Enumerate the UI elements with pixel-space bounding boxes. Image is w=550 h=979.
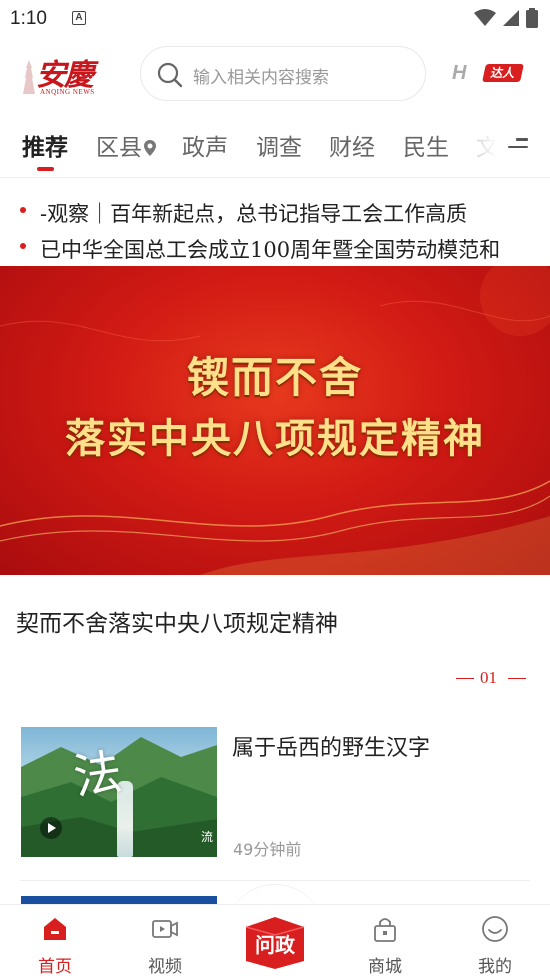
featured-title[interactable]: 契而不舍落实中央八项规定精神: [16, 604, 338, 638]
badge-letters: H: [452, 62, 467, 84]
tab-survey[interactable]: 调查: [256, 128, 302, 162]
play-icon[interactable]: [40, 817, 62, 839]
battery-icon: [526, 8, 538, 28]
carousel-pager: 01: [456, 668, 528, 690]
logo-subtext: ANQING NEWS: [40, 88, 95, 96]
bullet-dot: [20, 243, 26, 249]
featured-banner[interactable]: 锲而不舍 落实中央八项规定精神: [0, 266, 550, 575]
tab-menu-icon[interactable]: [508, 138, 528, 154]
status-icons: [474, 8, 538, 28]
nav-wenzheng[interactable]: 问政: [240, 913, 310, 971]
category-tabs: 推荐 区县 政声 调查 财经 民生 文: [0, 122, 550, 178]
pager-line-right: [508, 678, 526, 679]
nav-shop[interactable]: 商城: [345, 905, 425, 979]
banner-headline-2: 落实中央八项规定精神: [65, 416, 485, 462]
nav-video[interactable]: 视频: [125, 905, 205, 979]
nav-profile[interactable]: 我的: [455, 905, 535, 979]
nav-home[interactable]: 首页: [15, 905, 95, 979]
banner-headline-1: 锲而不舍: [186, 353, 363, 402]
anqing-logo[interactable]: 安慶 ANQING NEWS: [20, 50, 110, 100]
bullet-dot: [20, 207, 26, 213]
wifi-icon: [474, 9, 496, 26]
thumbnail-character: 法: [70, 743, 126, 807]
divider: [20, 880, 530, 881]
search-placeholder: 输入相关内容搜索: [193, 68, 329, 88]
article-card[interactable]: 法 流 属于岳西的野生汉字 49分钟前: [0, 724, 550, 864]
ticker-text: -观察｜百年新起点，总书记指导工会工作高质: [40, 202, 468, 226]
tab-fade: [470, 122, 510, 170]
ticker-text: 已中华全国总工会成立100周年暨全国劳动模范和: [40, 238, 501, 262]
nav-shop-label: 商城: [368, 957, 402, 977]
hp-daren-badge[interactable]: H 达人: [450, 62, 530, 86]
profile-icon: [482, 916, 508, 942]
article-title: 属于岳西的野生汉字: [232, 736, 431, 761]
tab-county[interactable]: 区县: [96, 128, 156, 162]
badge-tag: 达人: [482, 64, 524, 82]
signal-icon: [503, 10, 519, 26]
search-input[interactable]: 输入相关内容搜索: [140, 46, 426, 101]
video-icon: [152, 920, 178, 938]
article-thumbnail: 法 流: [21, 727, 217, 857]
headline-ticker: -观察｜百年新起点，总书记指导工会工作高质 已中华全国总工会成立100周年暨全国…: [0, 192, 550, 262]
tab-recommend[interactable]: 推荐: [22, 128, 68, 162]
home-icon: [44, 918, 66, 940]
article-time: 49分钟前: [233, 840, 302, 859]
search-icon: [157, 62, 183, 88]
nav-profile-label: 我的: [478, 957, 512, 977]
status-time: 1:10: [10, 8, 47, 29]
tab-zhengsheng[interactable]: 政声: [182, 128, 228, 162]
nav-video-label: 视频: [148, 957, 182, 977]
tab-livelihood[interactable]: 民生: [403, 128, 449, 162]
ticker-item[interactable]: 已中华全国总工会成立100周年暨全国劳动模范和: [0, 230, 550, 262]
active-tab-indicator: [37, 167, 54, 171]
status-bar: 1:10 A: [0, 0, 550, 38]
notification-a-icon: A: [72, 11, 86, 25]
tab-finance[interactable]: 财经: [329, 128, 375, 162]
location-pin-icon: [144, 140, 156, 156]
pager-number: 01: [480, 668, 497, 687]
nav-home-label: 首页: [38, 957, 72, 977]
pager-line-left: [456, 678, 474, 679]
ticker-item[interactable]: -观察｜百年新起点，总书记指导工会工作高质: [0, 194, 550, 226]
app-header: 安慶 ANQING NEWS 输入相关内容搜索 H 达人: [0, 40, 550, 110]
nav-wenzheng-label: 问政: [255, 933, 295, 957]
shop-icon: [374, 918, 396, 942]
tab-county-label: 区县: [96, 135, 142, 161]
thumbnail-caption: 流: [200, 830, 213, 844]
